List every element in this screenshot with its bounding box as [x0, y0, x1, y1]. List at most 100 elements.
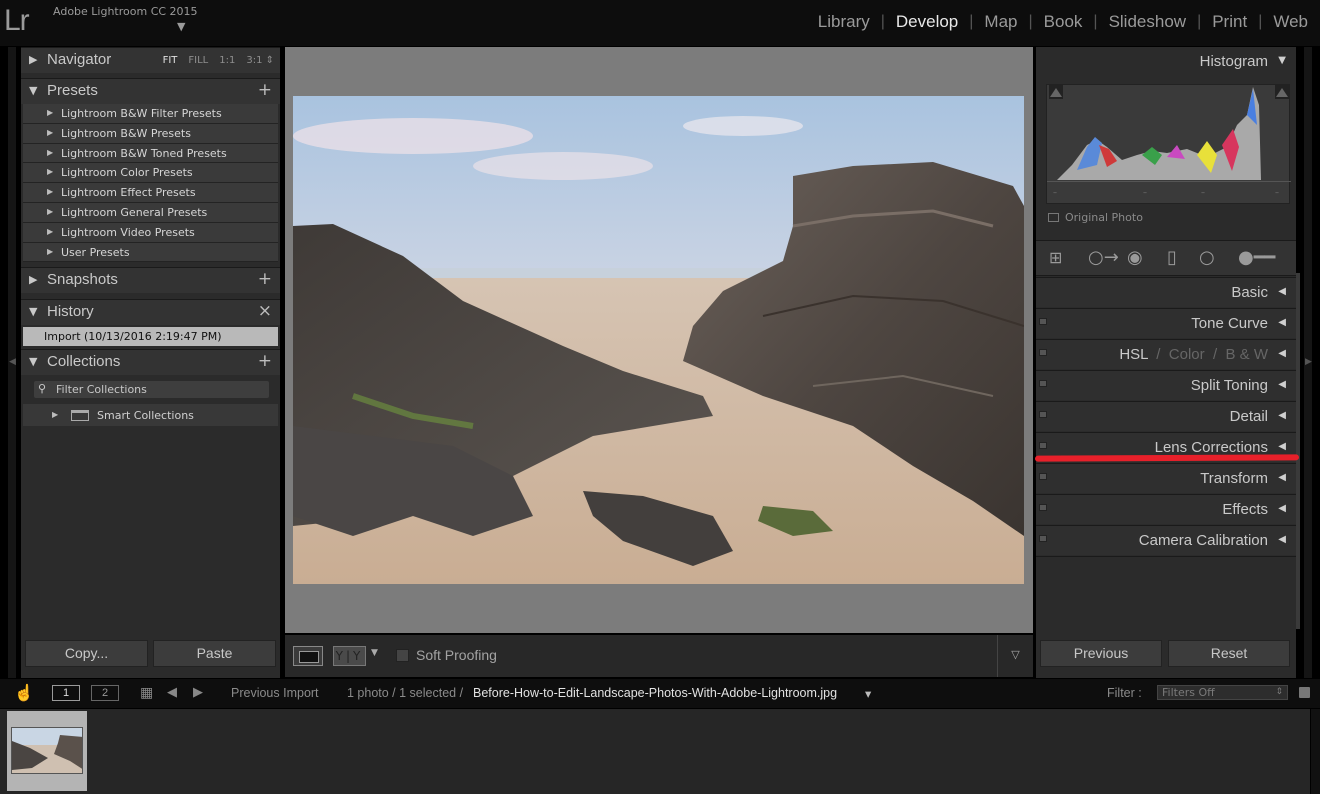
panel-hsl-color-bw[interactable]: HSL / Color / B & W ◀ [1036, 339, 1296, 369]
add-collection-icon[interactable]: + [258, 351, 272, 371]
histogram-chart[interactable]: – – – – [1046, 84, 1291, 204]
previous-button[interactable]: Previous [1040, 640, 1162, 667]
right-panel-scrollbar[interactable] [1296, 273, 1300, 629]
panel-tone-curve[interactable]: Tone Curve ◀ [1036, 308, 1296, 338]
module-slideshow[interactable]: Slideshow [1105, 12, 1191, 32]
panel-split-toning[interactable]: Split Toning ◀ [1036, 370, 1296, 400]
presets-header[interactable]: ▼ Presets + [21, 78, 280, 104]
module-book[interactable]: Book [1040, 12, 1087, 32]
histogram-header[interactable]: Histogram ▼ [1036, 47, 1296, 79]
crop-tool-icon[interactable]: ⊞ [1049, 249, 1062, 267]
back-arrow-icon[interactable]: ◀ [167, 684, 177, 700]
original-photo-checkbox[interactable] [1048, 213, 1059, 222]
color-tab[interactable]: Color [1169, 346, 1205, 363]
preset-folder[interactable]: ▶ Lightroom B&W Toned Presets [23, 143, 278, 164]
module-print[interactable]: Print [1208, 12, 1251, 32]
panel-detail[interactable]: Detail ◀ [1036, 401, 1296, 431]
spot-removal-tool-icon[interactable]: ○→ [1088, 249, 1119, 267]
photo-preview[interactable] [293, 96, 1024, 584]
zoom-1-1[interactable]: 1:1 [219, 55, 235, 66]
module-web[interactable]: Web [1269, 12, 1312, 32]
collapse-right-icon[interactable]: ▶ [1305, 357, 1312, 367]
identity-plate-menu-icon[interactable]: ▼ [177, 20, 185, 33]
zoom-3-1[interactable]: 3:1 ⇕ [246, 55, 274, 66]
history-header[interactable]: ▼ History × [21, 299, 280, 325]
panel-switch-icon[interactable] [1039, 380, 1047, 387]
panel-effects[interactable]: Effects ◀ [1036, 494, 1296, 524]
filter-lock-icon[interactable] [1299, 687, 1310, 698]
module-library[interactable]: Library [814, 12, 874, 32]
left-panel-edge[interactable]: ◀ [8, 47, 16, 678]
preset-folder[interactable]: ▶ Lightroom Effect Presets [23, 183, 278, 203]
panel-switch-icon[interactable] [1039, 473, 1047, 480]
panel-switch-icon[interactable] [1039, 411, 1047, 418]
reset-button[interactable]: Reset [1168, 640, 1290, 667]
preset-folder[interactable]: ▶ Lightroom Video Presets [23, 222, 278, 243]
snapshots-header[interactable]: ▶ Snapshots + [21, 267, 280, 293]
original-photo-toggle[interactable]: Original Photo [1048, 211, 1143, 224]
panel-switch-icon[interactable] [1039, 349, 1047, 356]
hand-tool-icon[interactable]: ☝ [14, 683, 34, 703]
panel-switch-icon[interactable] [1039, 535, 1047, 542]
filmstrip-scrollbar[interactable] [1311, 709, 1320, 794]
graduated-filter-tool-icon[interactable]: ▯ [1167, 249, 1177, 267]
filename-menu-icon[interactable]: ▾ [865, 686, 871, 701]
filter-collections-input[interactable]: ⚲ Filter Collections [34, 381, 269, 398]
filters-select[interactable]: Filters Off ⇕ [1157, 685, 1288, 700]
panel-camera-calibration[interactable]: Camera Calibration ◀ [1036, 525, 1296, 555]
add-snapshot-icon[interactable]: + [258, 269, 272, 289]
loupe-view-button[interactable] [293, 646, 323, 666]
radial-filter-tool-icon[interactable]: ○ [1199, 249, 1215, 267]
panel-tone-curve-title: Tone Curve [1191, 315, 1268, 332]
before-after-menu-icon[interactable]: ▼ [371, 648, 378, 658]
toolbar-options-icon[interactable]: ▽ [997, 635, 1033, 677]
clear-history-icon[interactable]: × [258, 301, 272, 321]
filmstrip-thumbnail-cell[interactable] [7, 711, 87, 791]
expand-panel-icon: ◀ [1278, 348, 1286, 359]
history-step[interactable]: Import (10/13/2016 2:19:47 PM) [23, 327, 278, 346]
panel-basic[interactable]: Basic ◀ [1036, 277, 1296, 307]
smart-collections-item[interactable]: ▶ Smart Collections [23, 404, 278, 426]
paste-button[interactable]: Paste [153, 640, 276, 667]
preset-folder[interactable]: ▶ Lightroom General Presets [23, 202, 278, 223]
center-toolbar: Y|Y ▼ Soft Proofing ▽ [285, 635, 1033, 677]
navigator-header[interactable]: ▶ Navigator FIT FILL 1:1 3:1 ⇕ [21, 47, 280, 73]
filmstrip-thumbnail[interactable] [11, 727, 83, 774]
zoom-fill[interactable]: FILL [188, 55, 208, 66]
panel-switch-icon[interactable] [1039, 442, 1047, 449]
preset-folder[interactable]: ▶ Lightroom B&W Presets [23, 123, 278, 144]
secondary-window-button[interactable]: 2 [91, 685, 119, 701]
collections-header[interactable]: ▼ Collections + [21, 349, 280, 375]
before-after-button[interactable]: Y|Y [333, 646, 366, 666]
hsl-tab[interactable]: HSL [1119, 346, 1148, 363]
zoom-options: FIT FILL 1:1 3:1 ⇕ [163, 55, 274, 66]
soft-proofing-checkbox[interactable] [396, 649, 409, 662]
landscape-photo [293, 96, 1024, 584]
zoom-fit[interactable]: FIT [163, 55, 178, 66]
bw-tab[interactable]: B & W [1225, 346, 1268, 363]
red-eye-tool-icon[interactable]: ◉ [1127, 249, 1143, 267]
left-panel: ▶ Navigator FIT FILL 1:1 3:1 ⇕ ▼ Presets… [21, 47, 280, 678]
panel-divider [1036, 556, 1296, 557]
copy-button[interactable]: Copy... [25, 640, 148, 667]
preset-folder[interactable]: ▶ User Presets [23, 242, 278, 263]
module-develop[interactable]: Develop [892, 12, 962, 32]
right-panel-edge[interactable]: ▶ [1304, 47, 1312, 678]
panel-switch-icon[interactable] [1039, 318, 1047, 325]
collapse-left-icon[interactable]: ◀ [9, 357, 16, 367]
panel-switch-icon[interactable] [1039, 504, 1047, 511]
panel-transform[interactable]: Transform ◀ [1036, 463, 1296, 493]
grid-view-icon[interactable]: ▦ [140, 684, 153, 701]
app-title: Adobe Lightroom CC 2015 [53, 5, 198, 18]
main-window-button[interactable]: 1 [52, 685, 80, 701]
preset-folder[interactable]: ▶ Lightroom B&W Filter Presets [23, 104, 278, 124]
module-map[interactable]: Map [980, 12, 1021, 32]
histogram-title: Histogram [1199, 53, 1268, 70]
add-preset-icon[interactable]: + [258, 80, 272, 100]
preset-folder[interactable]: ▶ Lightroom Color Presets [23, 163, 278, 184]
source-label[interactable]: Previous Import [231, 686, 319, 700]
photo-canvas[interactable] [285, 47, 1033, 633]
forward-arrow-icon[interactable]: ▶ [193, 684, 203, 700]
filename-label[interactable]: Before-How-to-Edit-Landscape-Photos-With… [473, 686, 837, 700]
adjustment-brush-tool-icon[interactable]: ●━━ [1238, 249, 1275, 267]
